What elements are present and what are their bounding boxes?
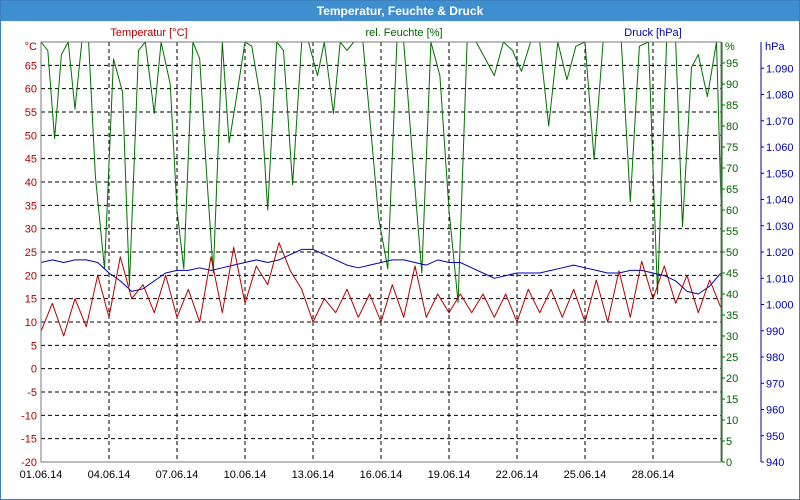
pressure-tick-label: 1.050: [766, 168, 794, 180]
window-title: Temperatur, Feuchte & Druck: [1, 1, 799, 21]
humidity-tick-label: 35: [726, 310, 738, 322]
temperature-tick-label: 30: [25, 224, 37, 236]
temperature-tick-label: -20: [21, 457, 37, 469]
humidity-tick-label: 0: [726, 457, 732, 469]
chart: -20 -15 -10 -5 0 5 10 15 20 25 30 35 40 45 50 55 60 65 0 5 1…: [20, 27, 794, 481]
temperature-tick-label: 50: [25, 130, 37, 142]
x-tick-label: 25.06.14: [564, 469, 607, 481]
chart-window: Temperatur, Feuchte & Druck -20 -15 -10 -5 0…: [0, 0, 800, 500]
temperature-tick-label: 15: [25, 294, 37, 306]
temperature-tick-label: 40: [25, 177, 37, 189]
humidity-tick-label: 95: [726, 58, 738, 70]
temperature-axis-label: Temperatur [°C]: [110, 27, 187, 39]
x-tick-label: 10.06.14: [224, 469, 267, 481]
x-tick-label: 22.06.14: [496, 469, 539, 481]
pressure-unit: hPa: [765, 41, 785, 53]
x-tick-label: 19.06.14: [428, 469, 471, 481]
pressure-tick-label: 1.060: [766, 142, 794, 154]
x-tick-label: 07.06.14: [156, 469, 199, 481]
grid: [40, 42, 721, 463]
humidity-tick-label: 40: [726, 289, 738, 301]
humidity-tick-label: 85: [726, 100, 738, 112]
pressure-tick-label: 1.000: [766, 300, 794, 312]
pressure-axis-label: Druck [hPa]: [624, 27, 681, 39]
humidity-tick-label: 45: [726, 268, 738, 280]
humidity-tick-label: 75: [726, 142, 738, 154]
x-tick-label: 16.06.14: [360, 469, 403, 481]
humidity-tick-label: 25: [726, 352, 738, 364]
humidity-tick-label: 10: [726, 415, 738, 427]
humidity-unit: %: [725, 41, 735, 53]
humidity-tick-label: 50: [726, 247, 738, 259]
pressure-tick-label: 1.020: [766, 247, 794, 259]
pressure-tick-label: 1.010: [766, 273, 794, 285]
humidity-tick-label: 15: [726, 394, 738, 406]
labels: Temperatur [°C] rel. Feuchte [%] Druck […: [25, 27, 786, 53]
humidity-axis-label: rel. Feuchte [%]: [365, 27, 442, 39]
pressure-tick-label: 980: [766, 352, 784, 364]
temperature-tick-label: 55: [25, 107, 37, 119]
humidity-tick-label: 70: [726, 163, 738, 175]
humidity-tick-label: 55: [726, 226, 738, 238]
pressure-tick-label: 1.080: [766, 90, 794, 102]
humidity-tick-label: 60: [726, 205, 738, 217]
pressure-tick-label: 990: [766, 326, 784, 338]
temperature-tick-label: 25: [25, 247, 37, 259]
x-tick-label: 13.06.14: [292, 469, 335, 481]
humidity-series-line: [41, 42, 721, 303]
humidity-tick-label: 80: [726, 121, 738, 133]
temperature-tick-label: 5: [31, 340, 37, 352]
x-tick-label: 04.06.14: [88, 469, 131, 481]
x-tick-label: 01.06.14: [20, 469, 63, 481]
pressure-tick-label: 1.090: [766, 63, 794, 75]
humidity-tick-label: 30: [726, 331, 738, 343]
pressure-tick-label: 1.070: [766, 116, 794, 128]
temperature-tick-label: 35: [25, 200, 37, 212]
pressure-tick-label: 960: [766, 405, 784, 417]
temperature-tick-label: 65: [25, 60, 37, 72]
pressure-tick-label: 950: [766, 431, 784, 443]
pressure-tick-label: 940: [766, 457, 784, 469]
temperature-unit: °C: [25, 41, 37, 53]
pressure-tick-label: 970: [766, 378, 784, 390]
pressure-tick-label: 1.030: [766, 221, 794, 233]
temperature-tick-label: 10: [25, 317, 37, 329]
temperature-tick-label: -15: [21, 434, 37, 446]
humidity-tick-label: 65: [726, 184, 738, 196]
pressure-tick-label: 1.040: [766, 195, 794, 207]
humidity-tick-label: 20: [726, 373, 738, 385]
temperature-tick-label: 45: [25, 154, 37, 166]
humidity-tick-label: 90: [726, 79, 738, 91]
temperature-tick-label: -5: [27, 387, 37, 399]
temperature-tick-label: 20: [25, 270, 37, 282]
temperature-tick-label: 0: [31, 364, 37, 376]
temperature-tick-label: -10: [21, 410, 37, 422]
temperature-tick-label: 60: [25, 84, 37, 96]
x-tick-label: 28.06.14: [632, 469, 675, 481]
humidity-tick-label: 5: [726, 436, 732, 448]
